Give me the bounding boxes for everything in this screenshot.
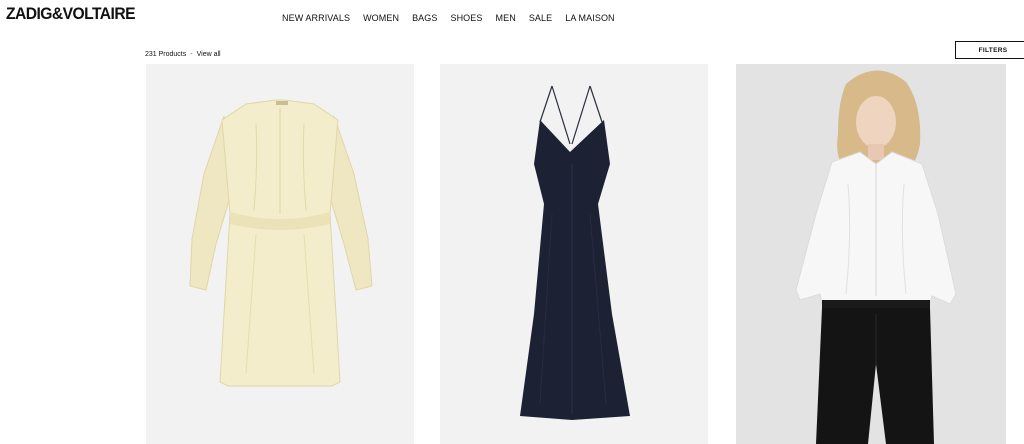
- product-count: 231 Products: [145, 51, 187, 58]
- product-card-white-blouse[interactable]: [736, 64, 1006, 444]
- navy-slip-dress-image: [440, 64, 708, 444]
- model-photo-image: [736, 64, 1006, 444]
- brand-logo[interactable]: ZADIG&VOLTAIRE: [6, 4, 136, 24]
- nav-shoes[interactable]: SHOES: [450, 13, 482, 23]
- nav-men[interactable]: MEN: [496, 13, 516, 23]
- nav-new-arrivals[interactable]: NEW ARRIVALS: [282, 13, 350, 23]
- cream-dress-image: [146, 64, 414, 444]
- nav-sale[interactable]: SALE: [529, 13, 552, 23]
- view-all-link[interactable]: View all: [197, 51, 221, 58]
- main-nav: NEW ARRIVALS WOMEN BAGS SHOES MEN SALE L…: [282, 13, 615, 23]
- meta-separator: -: [190, 51, 193, 58]
- nav-women[interactable]: WOMEN: [363, 13, 399, 23]
- product-card-cream-dress[interactable]: [146, 64, 414, 444]
- nav-la-maison[interactable]: LA MAISON: [565, 13, 614, 23]
- nav-bags[interactable]: BAGS: [412, 13, 437, 23]
- filters-button[interactable]: FILTERS: [955, 41, 1024, 59]
- listing-meta: 231 Products - View all: [145, 51, 221, 58]
- product-card-navy-slip-dress[interactable]: [440, 64, 708, 444]
